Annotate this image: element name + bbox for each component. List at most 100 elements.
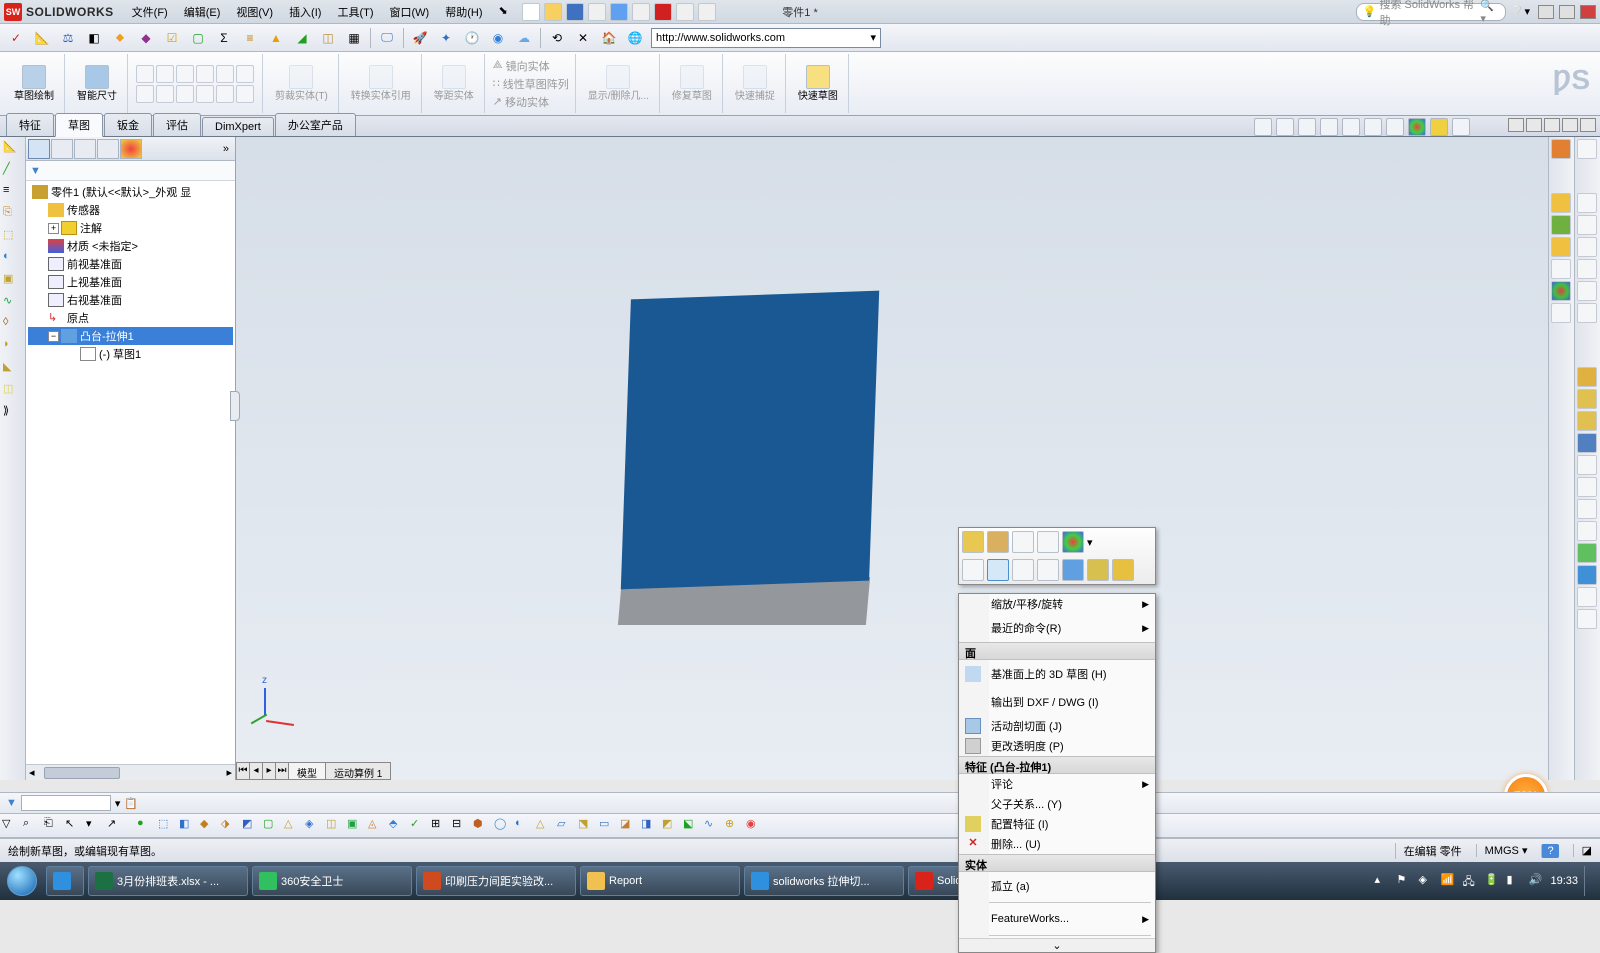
bt-icon[interactable]: ⎗ [44, 817, 62, 835]
r2-icon-6[interactable] [1577, 281, 1597, 301]
point-icon[interactable] [216, 85, 234, 103]
tab-prev-icon[interactable]: ◂ [249, 762, 263, 780]
restore-button[interactable] [1559, 5, 1575, 19]
bt-icon[interactable]: ⌕ [23, 817, 41, 835]
tab-office[interactable]: 办公室产品 [275, 113, 356, 136]
bt-icon[interactable]: ◩ [242, 817, 260, 835]
bt-icon[interactable]: ◪ [620, 817, 638, 835]
stop-icon[interactable]: ✕ [573, 28, 593, 48]
deviation-icon[interactable]: ◆ [136, 28, 156, 48]
mirror-entities-button[interactable]: ⟁镜向实体 [493, 58, 550, 74]
tab-dimxpert[interactable]: DimXpert [202, 117, 274, 136]
menu-tools[interactable]: 工具(T) [331, 2, 379, 22]
menu-view[interactable]: 视图(V) [230, 2, 279, 22]
r2-green-icon[interactable] [1577, 543, 1597, 563]
explode-icon[interactable]: ✦ [436, 28, 456, 48]
r2-icon-8[interactable] [1577, 367, 1597, 387]
linear-pattern-button[interactable]: ∷线性草图阵列 [493, 76, 569, 92]
tab-sketch[interactable]: 草图 [55, 113, 103, 137]
bt-icon[interactable]: ◫ [326, 817, 344, 835]
undo-icon[interactable] [610, 3, 628, 21]
bt-icon[interactable]: △ [536, 817, 554, 835]
globe-icon[interactable]: 🌐 [625, 28, 645, 48]
tree-right-plane[interactable]: 右视基准面 [28, 291, 233, 309]
status-dropdown-icon[interactable]: ◪ [1573, 844, 1592, 857]
menu-help[interactable]: 帮助(H) [439, 2, 488, 22]
trim-button[interactable]: 剪裁实体(T) [271, 63, 332, 104]
convert-entities-button[interactable]: 转换实体引用 [347, 63, 415, 104]
system-tray[interactable]: ▴ ⚑ ◈ 📶 🖧 🔋 ▮ 🔊 19:33 [1374, 866, 1600, 896]
tab-motion-study[interactable]: 运动算例 1 [325, 762, 391, 780]
r2-icon-9[interactable] [1577, 389, 1597, 409]
display-manager-tab-icon[interactable] [120, 139, 142, 159]
taskbar-360safe[interactable]: 360安全卫士 [252, 866, 412, 896]
config-manager-tab-icon[interactable] [74, 139, 96, 159]
cloud-icon[interactable]: ☁ [514, 28, 534, 48]
cm-isolate[interactable]: 孤立 (a) [959, 872, 1155, 900]
cut-icon[interactable]: ▣ [2, 271, 22, 291]
tp-file-explorer-icon[interactable] [1551, 237, 1571, 257]
dimxpert-tab-icon[interactable] [97, 139, 119, 159]
spline-icon[interactable] [196, 65, 214, 83]
tree-root[interactable]: 零件1 (默认<<默认>_外观 显 [28, 183, 233, 201]
bt-icon[interactable]: ▣ [347, 817, 365, 835]
ctx-rollback-icon[interactable] [1037, 531, 1059, 553]
arc-icon[interactable] [176, 65, 194, 83]
line-icon[interactable] [136, 65, 154, 83]
bt-icon[interactable]: ⬔ [578, 817, 596, 835]
bt-icon[interactable]: ◯ [494, 817, 512, 835]
view-orient-icon[interactable] [1342, 118, 1360, 136]
sigma-icon[interactable]: Σ [214, 28, 234, 48]
vp-restore-icon[interactable] [1562, 118, 1578, 132]
ctx-appearance-icon[interactable] [1062, 531, 1084, 553]
feature-tree[interactable]: 零件1 (默认<<默认>_外观 显 传感器 +注解 材质 <未指定> 前视基准面… [26, 181, 235, 764]
tp-resources-icon[interactable] [1551, 139, 1571, 159]
cm-recent-commands[interactable]: 最近的命令(R)▶ [959, 614, 1155, 642]
chamfer-icon[interactable]: ◣ [2, 359, 22, 379]
bt-icon[interactable]: ◐ [515, 817, 533, 835]
menu-file[interactable]: 文件(F) [126, 2, 174, 22]
section-view-icon[interactable] [1320, 118, 1338, 136]
bt-icon[interactable]: ◉ [746, 817, 764, 835]
tab-sheetmetal[interactable]: 钣金 [104, 113, 152, 136]
sketch-button[interactable]: 草图绘制 [10, 63, 58, 104]
line-tool-icon[interactable]: ╱ [2, 161, 22, 181]
close-button[interactable] [1580, 5, 1596, 19]
sweep-icon[interactable]: ∿ [2, 293, 22, 313]
clock-icon[interactable]: 🕐 [462, 28, 482, 48]
bt-icon[interactable]: ◩ [662, 817, 680, 835]
note-icon[interactable]: ≡ [2, 183, 22, 203]
ctx-isolate-icon[interactable] [1062, 559, 1084, 581]
display-delete-button[interactable]: 显示/删除几... [584, 63, 653, 104]
bt-icon[interactable]: ⊟ [452, 817, 470, 835]
ctx-save-icon[interactable] [1112, 559, 1134, 581]
status-units[interactable]: MMGS ▾ [1476, 844, 1528, 857]
bt-icon[interactable]: ∿ [704, 817, 722, 835]
scene-icon[interactable] [1430, 118, 1448, 136]
print-icon[interactable] [588, 3, 606, 21]
checkbox-icon[interactable]: ☑ [162, 28, 182, 48]
tp-design-library-icon[interactable] [1551, 215, 1571, 235]
tray-clock[interactable]: 19:33 [1550, 875, 1578, 887]
revolve-icon[interactable]: ◐ [2, 249, 22, 269]
cm-delete[interactable]: ✕删除... (U) [959, 834, 1155, 854]
expand-icon[interactable]: + [48, 223, 59, 234]
bt-icon[interactable]: ◈ [305, 817, 323, 835]
cm-configure-feature[interactable]: 配置特征 (I) [959, 814, 1155, 834]
tray-signal-icon[interactable]: ▮ [1506, 873, 1522, 889]
start-button[interactable] [0, 862, 44, 900]
cm-expand-icon[interactable]: ⌄ [959, 938, 1155, 952]
tray-flag-icon[interactable]: ⚑ [1396, 873, 1412, 889]
bt-icon[interactable]: ⬘ [389, 817, 407, 835]
rect-icon[interactable] [216, 65, 234, 83]
tray-power-icon[interactable]: 🔋 [1484, 873, 1500, 889]
vp-close-icon[interactable] [1580, 118, 1596, 132]
ctx-suppress-icon[interactable] [1012, 531, 1034, 553]
rebuild-icon[interactable] [654, 3, 672, 21]
bt-icon[interactable]: ↗ [107, 817, 125, 835]
filter-input[interactable] [21, 795, 111, 811]
status-help-icon[interactable]: ? [1541, 844, 1558, 858]
dim-icon[interactable]: 📐 [2, 139, 22, 159]
vp-minimize-icon[interactable] [1544, 118, 1560, 132]
text-icon[interactable] [196, 85, 214, 103]
